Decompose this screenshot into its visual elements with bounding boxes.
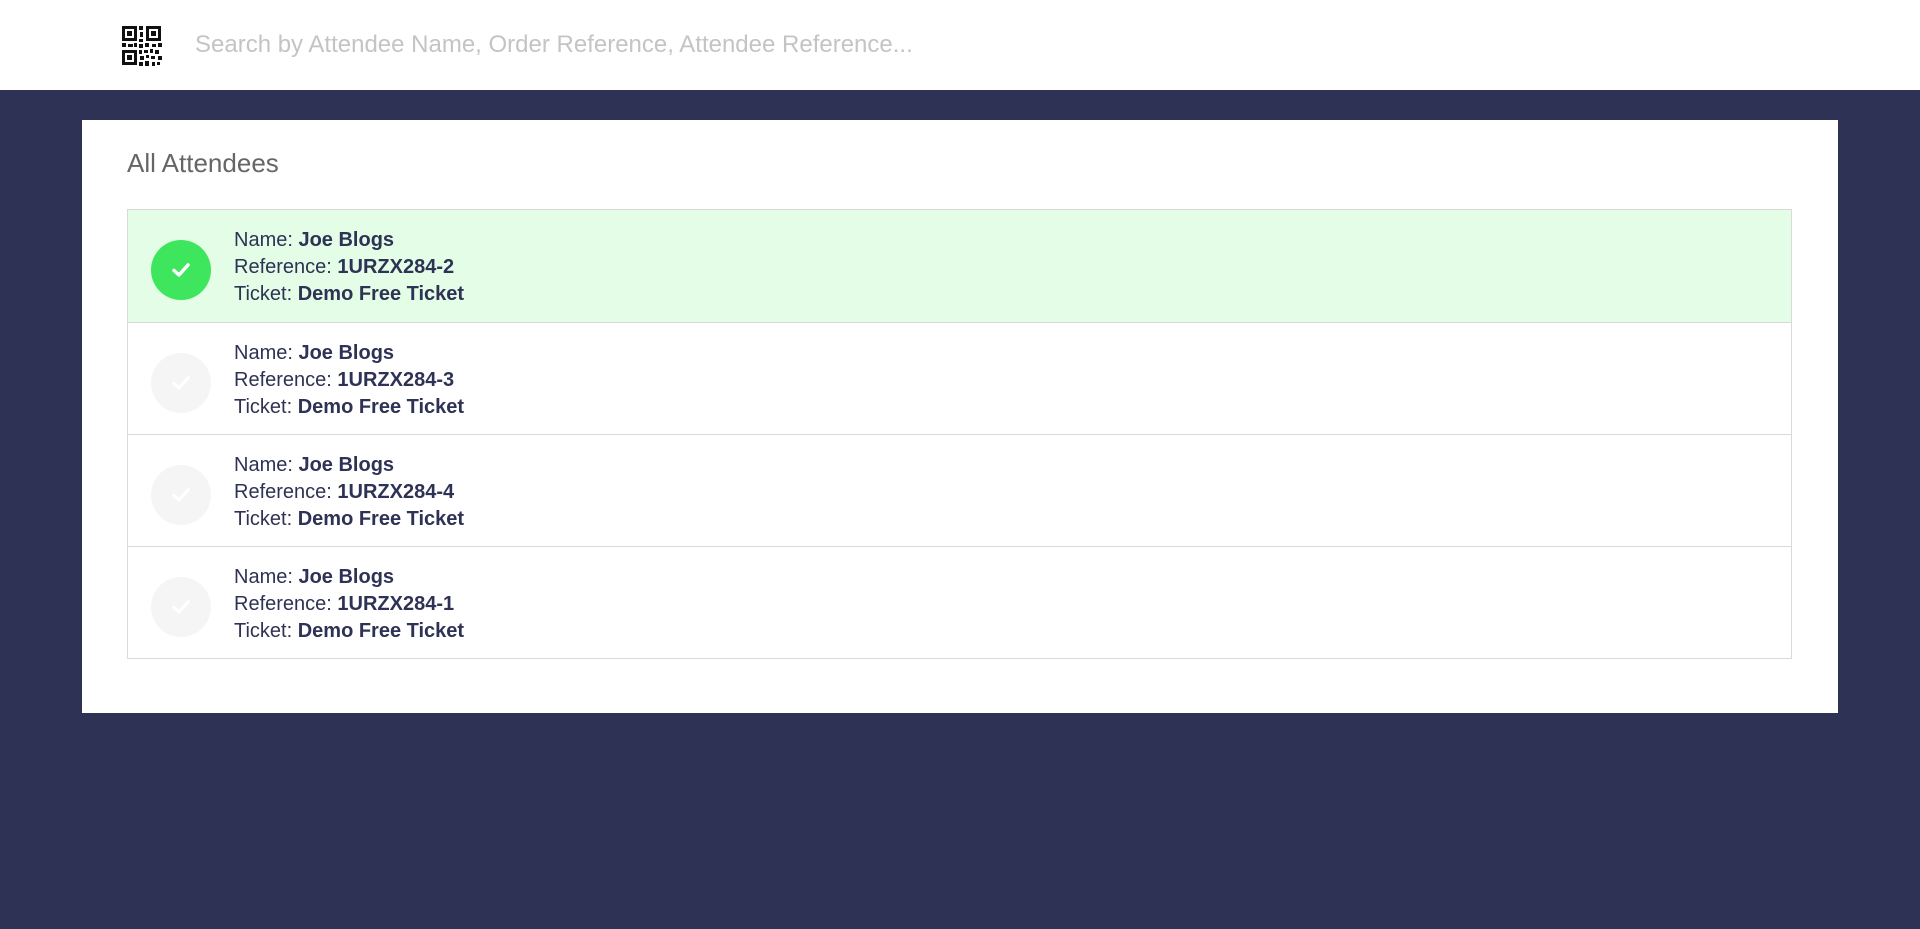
qr-code-icon[interactable] xyxy=(122,26,162,66)
attendee-ticket: Demo Free Ticket xyxy=(297,396,465,418)
checkmark-icon xyxy=(172,600,190,614)
attendee-reference-label: Reference: xyxy=(234,481,332,503)
attendee-list: Name: Joe Blogs Reference: 1URZX284-2 Tick… xyxy=(127,209,1792,659)
attendee-name-label: Name: xyxy=(234,229,293,251)
attendee-ticket: Demo Free Ticket xyxy=(297,620,465,642)
attendee-row[interactable]: Name: Joe Blogs Reference: 1URZX284-2 Tick… xyxy=(128,210,1791,322)
attendee-ticket-label: Ticket: xyxy=(234,283,293,305)
attendee-info: Name: Joe Blogs Reference: 1URZX284-1 Tick… xyxy=(234,564,464,645)
attendee-reference: 1URZX284-1 xyxy=(337,593,455,615)
attendee-reference: 1URZX284-3 xyxy=(337,369,455,391)
attendee-ticket: Demo Free Ticket xyxy=(297,508,465,530)
attendee-ticket-label: Ticket: xyxy=(234,508,293,530)
attendee-row[interactable]: Name: Joe Blogs Reference: 1URZX284-4 Tick… xyxy=(128,434,1791,546)
attendee-name-line: Name: Joe Blogs xyxy=(234,340,464,367)
attendee-reference-label: Reference: xyxy=(234,256,332,278)
attendee-reference-line: Reference: 1URZX284-4 xyxy=(234,479,464,506)
attendee-row[interactable]: Name: Joe Blogs Reference: 1URZX284-1 Tick… xyxy=(128,546,1791,658)
attendee-reference-label: Reference: xyxy=(234,369,332,391)
search-input[interactable] xyxy=(195,24,1695,66)
attendee-info: Name: Joe Blogs Reference: 1URZX284-4 Tick… xyxy=(234,452,464,533)
attendee-ticket-label: Ticket: xyxy=(234,396,293,418)
attendee-name-label: Name: xyxy=(234,342,293,364)
checkmark-icon xyxy=(172,488,190,502)
attendee-ticket-line: Ticket: Demo Free Ticket xyxy=(234,618,464,645)
attendee-ticket-label: Ticket: xyxy=(234,620,293,642)
check-in-button[interactable] xyxy=(151,465,211,525)
attendee-ticket-line: Ticket: Demo Free Ticket xyxy=(234,506,464,533)
attendee-name: Joe Blogs xyxy=(298,342,395,364)
attendee-ticket: Demo Free Ticket xyxy=(297,283,465,305)
check-in-button[interactable] xyxy=(151,353,211,413)
attendee-name-line: Name: Joe Blogs xyxy=(234,227,464,254)
attendee-reference: 1URZX284-4 xyxy=(337,481,455,503)
attendee-ticket-line: Ticket: Demo Free Ticket xyxy=(234,281,464,308)
attendee-name-line: Name: Joe Blogs xyxy=(234,452,464,479)
attendee-reference-line: Reference: 1URZX284-2 xyxy=(234,254,464,281)
attendee-info: Name: Joe Blogs Reference: 1URZX284-3 Tick… xyxy=(234,340,464,421)
attendee-info: Name: Joe Blogs Reference: 1URZX284-2 Tick… xyxy=(234,227,464,308)
page-title: All Attendees xyxy=(127,148,279,178)
attendee-reference: 1URZX284-2 xyxy=(337,256,455,278)
attendee-name-label: Name: xyxy=(234,566,293,588)
attendee-row[interactable]: Name: Joe Blogs Reference: 1URZX284-3 Tick… xyxy=(128,322,1791,434)
attendees-panel: All Attendees Name: Joe Blogs Reference: … xyxy=(82,120,1838,713)
attendee-reference-line: Reference: 1URZX284-1 xyxy=(234,591,464,618)
checkmark-icon xyxy=(172,263,190,277)
header-bar xyxy=(0,0,1920,90)
attendee-name: Joe Blogs xyxy=(298,229,395,251)
attendee-name: Joe Blogs xyxy=(298,566,395,588)
checkmark-icon xyxy=(172,376,190,390)
checked-in-button[interactable] xyxy=(151,240,211,300)
attendee-reference-label: Reference: xyxy=(234,593,332,615)
attendee-name-label: Name: xyxy=(234,454,293,476)
check-in-button[interactable] xyxy=(151,577,211,637)
attendee-reference-line: Reference: 1URZX284-3 xyxy=(234,367,464,394)
attendee-name: Joe Blogs xyxy=(298,454,395,476)
attendee-ticket-line: Ticket: Demo Free Ticket xyxy=(234,394,464,421)
attendee-name-line: Name: Joe Blogs xyxy=(234,564,464,591)
